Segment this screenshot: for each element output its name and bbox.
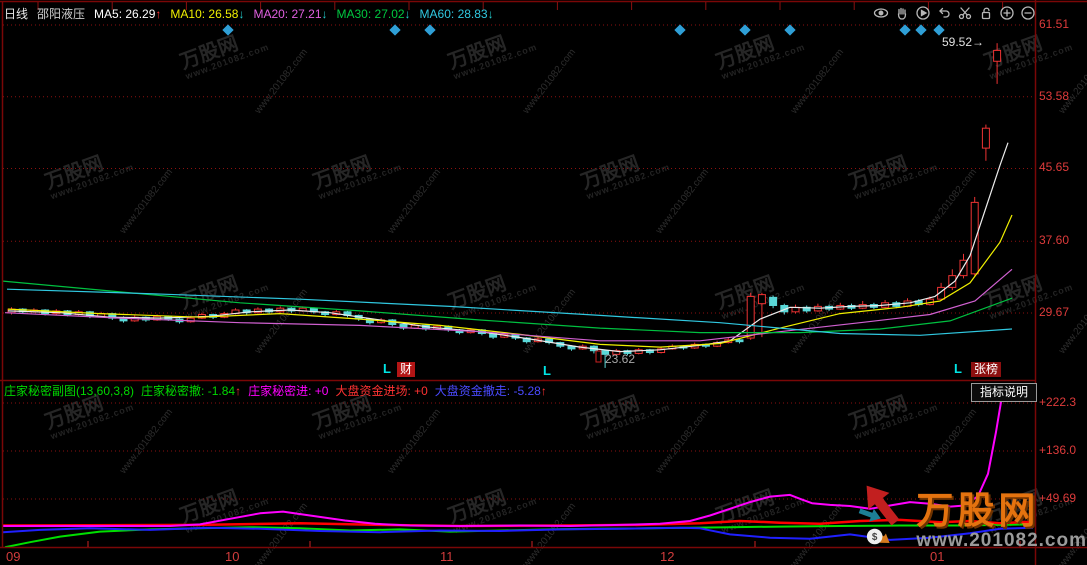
site-logo: $ 万股网 www.201082.com xyxy=(852,462,1087,565)
trend-arrow-icon: ↑ xyxy=(541,384,547,398)
indicator-legend-item: 庄家秘密进: +0 xyxy=(248,382,328,399)
indicator-help-button[interactable]: 指标说明 xyxy=(971,383,1037,402)
trend-arrow-icon: ↓ xyxy=(322,7,328,21)
toolbar xyxy=(872,4,1037,22)
trend-arrow-icon: ↑ xyxy=(155,7,161,21)
chart-header: 日线 邵阳液压 MA5: 26.29↑ MA10: 26.58↓ MA20: 27.… xyxy=(4,5,494,22)
indicator-legend: 庄家秘密副图(13,60,3,8) 庄家秘密撤: -1.84↑ 庄家秘密进: +0 大… xyxy=(4,382,547,399)
indicator-legend-item: 大盘资金进场: +0 xyxy=(335,382,427,399)
indicator-legend-item: 庄家秘密撤: -1.84↑ xyxy=(141,382,241,399)
zoom-out-icon[interactable] xyxy=(1019,4,1037,22)
trend-arrow-icon: ↓ xyxy=(488,7,494,21)
logo-arrows-icon: $ xyxy=(852,462,914,565)
indicator-legend-item: 庄家秘密副图(13,60,3,8) xyxy=(4,382,134,399)
period-label[interactable]: 日线 xyxy=(4,5,28,22)
undo-icon[interactable] xyxy=(935,4,953,22)
ma-legend-item: MA30: 27.02↓ xyxy=(337,7,411,21)
ma-legend-item: MA5: 26.29↑ xyxy=(94,7,161,21)
scissors-icon[interactable] xyxy=(956,4,974,22)
indicator-legend-item: 大盘资金撤走: -5.28↑ xyxy=(435,382,547,399)
lock-icon[interactable] xyxy=(977,4,995,22)
ma-legend-item: MA10: 26.58↓ xyxy=(170,7,244,21)
svg-text:$: $ xyxy=(872,532,878,543)
trend-arrow-icon: ↓ xyxy=(405,7,411,21)
eye-icon[interactable] xyxy=(872,4,890,22)
app-window: 万股网www.201082.comwww.201082.com万股网www.20… xyxy=(0,0,1087,565)
hand-icon[interactable] xyxy=(893,4,911,22)
stock-name[interactable]: 邵阳液压 xyxy=(37,5,85,22)
play-icon[interactable] xyxy=(914,4,932,22)
zoom-in-icon[interactable] xyxy=(998,4,1016,22)
logo-site-url: www.201082.com xyxy=(916,530,1087,552)
trend-arrow-icon: ↓ xyxy=(238,7,244,21)
trend-arrow-icon: ↑ xyxy=(235,384,241,398)
ma-legend-item: MA60: 28.83↓ xyxy=(420,7,494,21)
ma-legend-item: MA20: 27.21↓ xyxy=(253,7,327,21)
logo-site-name: 万股网 xyxy=(916,492,1087,529)
ma-legend: MA5: 26.29↑ MA10: 26.58↓ MA20: 27.21↓ MA30:… xyxy=(94,7,494,21)
